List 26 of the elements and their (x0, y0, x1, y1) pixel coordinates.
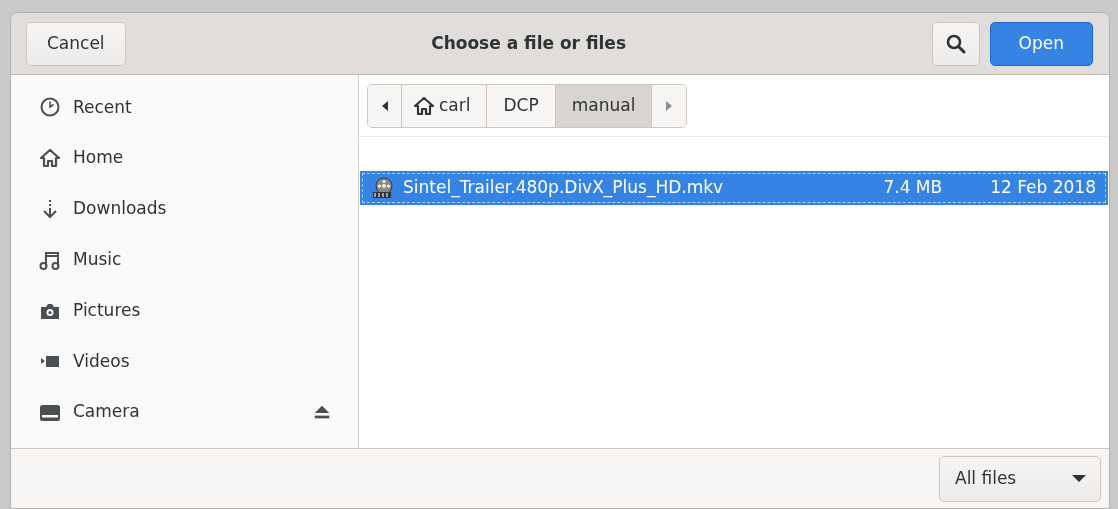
sidebar-item[interactable]: Camera (11, 386, 358, 438)
back-arrow-button[interactable] (368, 85, 402, 127)
sidebar-item[interactable]: Downloads (11, 183, 358, 235)
sidebar-item[interactable]: Pictures (11, 285, 358, 336)
search-icon (944, 32, 967, 55)
cancel-button[interactable]: Cancel (26, 21, 126, 66)
file-date: 12 Feb 2018 (990, 176, 1096, 200)
open-button[interactable]: Open (989, 21, 1093, 66)
search-button[interactable] (931, 21, 980, 66)
clock-icon (39, 96, 61, 119)
house-icon (412, 95, 436, 117)
sidebar-item[interactable]: Music (11, 234, 358, 286)
sidebar-item[interactable]: Videos (11, 336, 358, 387)
film-reel-icon (371, 176, 395, 200)
sidebar-item[interactable]: Home (11, 132, 358, 184)
file-name: Sintel_Trailer.480p.DivX_Plus_HD.mkv (403, 176, 725, 200)
house-icon (39, 147, 61, 170)
sidebar-item[interactable]: Recent (11, 82, 358, 133)
path-segment-button[interactable]: carl (402, 85, 488, 127)
path-segment-button[interactable]: manual (555, 85, 653, 127)
file-size: 7.4 MB (882, 176, 943, 200)
file-filter-dropdown[interactable]: All files (939, 455, 1101, 502)
path-segment-button[interactable]: DCP (487, 85, 556, 127)
file-row[interactable]: Sintel_Trailer.480p.DivX_Plus_HD.mkv 7.4 MB 12 Feb 2018 (360, 171, 1108, 205)
caret-icon (1072, 474, 1086, 483)
dialog-title: Choose a file or files (430, 31, 627, 55)
